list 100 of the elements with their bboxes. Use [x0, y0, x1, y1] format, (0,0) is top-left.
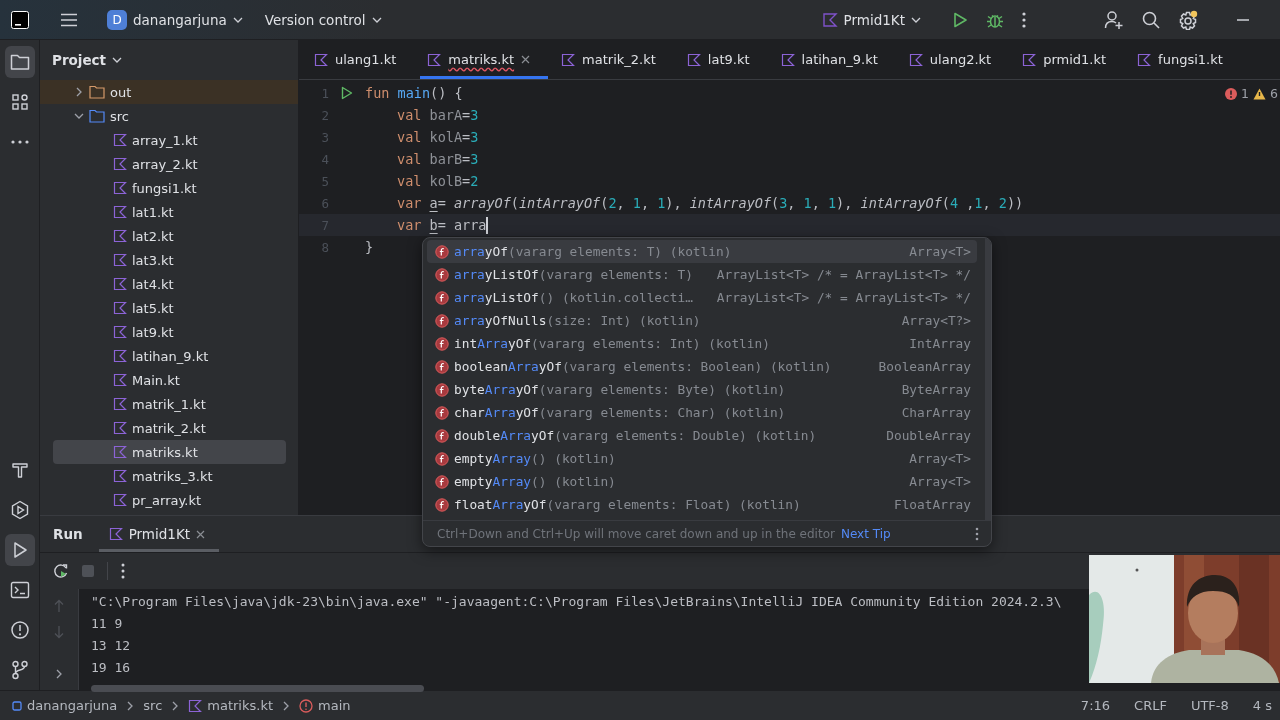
status-item[interactable]: UTF-8 — [1190, 698, 1229, 713]
completion-item[interactable]: arrayOfNulls(size: Int) (kotlin) Array<T?> — [427, 309, 977, 332]
completion-item[interactable]: intArrayOf(vararg elements: Int) (kotlin) IntArray — [427, 332, 977, 355]
chevron-down-icon — [112, 57, 123, 63]
tree-item[interactable]: lat4.kt — [53, 272, 286, 296]
editor-tab[interactable]: fungsi1.kt — [1130, 40, 1241, 79]
more-vertical-icon[interactable] — [121, 563, 125, 579]
completion-item[interactable]: charArrayOf(vararg elements: Char) (kotlin) CharArray — [427, 401, 977, 424]
editor-tab[interactable]: prmid1.kt — [1015, 40, 1125, 79]
close-icon[interactable] — [196, 529, 206, 539]
editor-tab[interactable]: lat9.kt — [679, 40, 768, 79]
function-icon — [435, 336, 449, 351]
version-control-button[interactable]: Version control — [256, 7, 390, 32]
completion-item[interactable]: emptyArray() (kotlin) Array<T> — [427, 447, 977, 470]
run-configuration-name: Prmid1Kt — [843, 11, 905, 28]
completion-item[interactable]: booleanArrayOf(vararg elements: Boolean) (kotlin) BooleanArray — [427, 355, 977, 378]
function-icon — [435, 451, 449, 466]
folder-icon — [9, 53, 30, 71]
editor-tab[interactable]: ulang1.kt — [307, 40, 415, 79]
run-gutter-icon[interactable] — [341, 86, 353, 100]
text-caret — [486, 216, 489, 234]
run-tool-button[interactable] — [4, 534, 35, 566]
tree-item[interactable]: matriks_3.kt — [53, 464, 286, 488]
more-vertical-icon[interactable] — [975, 526, 979, 541]
tree-item[interactable]: matrik_1.kt — [53, 392, 286, 416]
code-line: val barB=3 — [396, 151, 479, 167]
kotlin-file-icon — [113, 157, 127, 171]
project-switcher[interactable]: D danangarjuna — [99, 5, 251, 34]
completion-item[interactable]: arrayListOf(vararg elements: T) ArrayList<T> /* = ArrayList<T> */ — [427, 263, 977, 286]
settings-icon[interactable] — [1178, 9, 1198, 30]
tree-item[interactable]: matrik_2.kt — [53, 416, 286, 440]
tree-item[interactable]: lat5.kt — [53, 296, 286, 320]
tree-item[interactable]: matriks.kt — [53, 440, 286, 464]
tree-item[interactable]: lat3.kt — [53, 248, 286, 272]
play-hexagon-icon — [9, 500, 30, 520]
rerun-icon[interactable] — [53, 563, 69, 579]
tree-item[interactable]: array_1.kt — [53, 128, 286, 152]
kotlin-file-icon — [113, 373, 127, 387]
console-line: "C:\Program Files\java\jdk-23\bin\java.exe" "-javaagent:C:\Program Files\JetBrains\IntelliJ IDEA Community Edition 2024.2.3\ — [91, 593, 1063, 611]
status-item[interactable]: 7:16 — [1080, 698, 1111, 713]
console-line: 11 9 — [91, 615, 124, 633]
function-icon — [435, 405, 449, 420]
function-icon — [435, 428, 449, 443]
completion-item[interactable]: floatArrayOf(vararg elements: Float) (kotlin) FloatArray — [427, 493, 977, 516]
completion-item[interactable]: emptyArray() (kotlin) Array<T> — [427, 470, 977, 493]
search-icon[interactable] — [1142, 10, 1160, 29]
editor-tab[interactable]: ulang2.kt — [901, 40, 1010, 79]
editor-tab[interactable]: latihan_9.kt — [773, 40, 896, 79]
kotlin-file-icon — [821, 11, 838, 28]
run-icon[interactable] — [952, 11, 968, 28]
function-icon — [435, 290, 449, 305]
terminal-icon — [9, 581, 30, 599]
inspection-widget[interactable]: 1 6 — [1225, 86, 1278, 101]
tree-item[interactable]: pr_array.kt — [53, 488, 286, 512]
breadcrumb[interactable]: src — [143, 698, 163, 713]
tree-item[interactable]: src — [40, 104, 298, 128]
folder-tool-button[interactable] — [4, 46, 35, 78]
tree-item[interactable]: latihan_9.kt — [53, 344, 286, 368]
kotlin-file-icon — [113, 445, 127, 459]
tree-item[interactable]: fungsi1.kt — [53, 176, 286, 200]
status-item[interactable]: CRLF — [1134, 698, 1167, 713]
editor-tab[interactable]: matriks.kt — [420, 40, 549, 79]
close-icon[interactable] — [521, 55, 531, 64]
tree-item[interactable]: lat2.kt — [53, 224, 286, 248]
completion-item[interactable]: byteArrayOf(vararg elements: Byte) (kotlin) ByteArray — [427, 378, 977, 401]
tree-item[interactable]: array_2.kt — [53, 152, 286, 176]
project-view-selector[interactable]: Project — [46, 48, 129, 72]
function-icon — [435, 474, 449, 489]
minimize-icon[interactable] — [1237, 18, 1249, 21]
add-user-icon[interactable] — [1104, 9, 1124, 30]
scrollbar-thumb[interactable] — [91, 685, 424, 692]
breadcrumb[interactable]: matriks.kt — [188, 698, 274, 713]
tree-item[interactable]: lat1.kt — [53, 200, 286, 224]
tree-item[interactable]: lat9.kt — [53, 320, 286, 344]
function-icon — [435, 359, 449, 374]
project-avatar: D — [107, 9, 127, 30]
chevron-right-icon[interactable] — [56, 669, 62, 679]
tip-text: Ctrl+Down and Ctrl+Up will move caret down and up in the editor — [437, 526, 835, 541]
status-item[interactable]: 4 s — [1252, 698, 1272, 713]
breadcrumb[interactable]: main — [299, 698, 351, 713]
module-icon — [12, 700, 22, 711]
more-vertical-icon[interactable] — [1022, 11, 1026, 28]
app-logo-icon — [11, 10, 29, 29]
completion-item[interactable]: arrayListOf() (kotlin.collecti… ArrayList<T> /* = ArrayList<T> */ — [427, 286, 977, 309]
kotlin-file-icon — [108, 527, 123, 541]
tree-item[interactable]: out — [40, 80, 298, 104]
kotlin-file-icon — [113, 253, 127, 267]
menu-icon[interactable] — [60, 12, 78, 27]
problems-icon — [9, 620, 30, 640]
next-tip-link[interactable]: Next Tip — [840, 526, 891, 541]
chevron-down-icon — [371, 16, 382, 23]
editor-tab[interactable]: matrik_2.kt — [554, 40, 674, 79]
breadcrumb[interactable]: danangarjuna — [12, 698, 118, 713]
project-name: danangarjuna — [133, 11, 227, 28]
completion-item[interactable]: doubleArrayOf(vararg elements: Double) (kotlin) DoubleArray — [427, 424, 977, 447]
console-line: 19 16 — [91, 659, 132, 677]
code-line: val kolB=2 — [396, 173, 479, 189]
tree-item[interactable]: Main.kt — [53, 368, 286, 392]
run-configuration-button[interactable]: Prmid1Kt — [813, 7, 929, 32]
completion-item[interactable]: arrayOf(vararg elements: T) (kotlin) Array<T> — [427, 240, 977, 263]
